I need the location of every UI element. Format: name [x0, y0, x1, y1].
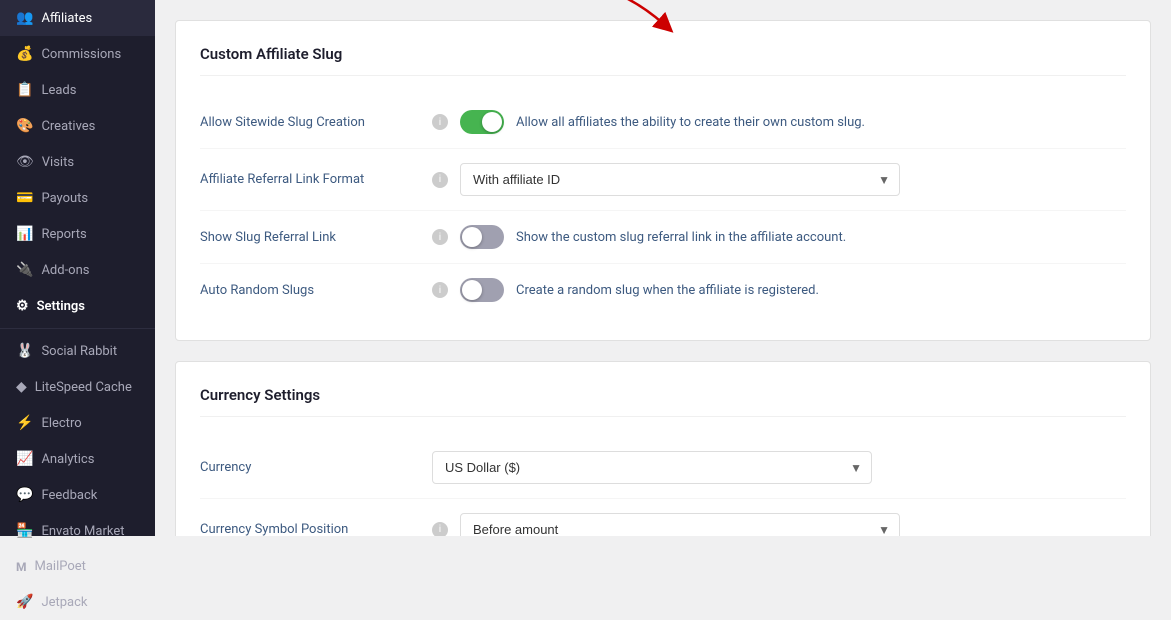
- custom-slug-title: Custom Affiliate Slug: [200, 45, 1126, 76]
- sidebar-item-feedback[interactable]: 💬 Feedback: [0, 477, 155, 513]
- show-slug-toggle[interactable]: [460, 225, 504, 249]
- currency-select[interactable]: US Dollar ($) Euro (€) British Pound (£): [432, 451, 872, 484]
- currency-symbol-info[interactable]: i: [432, 522, 448, 537]
- sidebar-item-reports[interactable]: 📊 Reports: [0, 216, 155, 252]
- sidebar-item-creatives[interactable]: 🎨 Creatives: [0, 108, 155, 144]
- sidebar-item-settings[interactable]: ⚙ Settings: [0, 288, 155, 324]
- allow-sitewide-label: Allow Sitewide Slug Creation: [200, 115, 420, 130]
- referral-link-format-label: Affiliate Referral Link Format: [200, 172, 420, 187]
- sidebar-item-analytics[interactable]: 📈 Analytics: [0, 441, 155, 477]
- annotation-arrow: [556, 0, 686, 36]
- jetpack-icon: 🚀: [16, 594, 33, 610]
- sidebar-item-jetpack[interactable]: 🚀 Jetpack: [0, 584, 155, 620]
- referral-link-format-select[interactable]: With affiliate ID With affiliate slug Wi…: [460, 163, 900, 196]
- leads-icon: 📋: [16, 82, 33, 98]
- auto-random-slugs-label: Auto Random Slugs: [200, 283, 420, 298]
- affiliates-icon: 👥: [16, 10, 33, 26]
- commissions-icon: 💰: [16, 46, 33, 62]
- envato-icon: 🏪: [16, 523, 33, 539]
- allow-sitewide-toggle[interactable]: [460, 110, 504, 134]
- auto-random-slugs-toggle[interactable]: [460, 278, 504, 302]
- show-slug-label: Show Slug Referral Link: [200, 230, 420, 245]
- currency-settings-title: Currency Settings: [200, 386, 1126, 417]
- analytics-icon: 📈: [16, 451, 33, 467]
- electro-icon: ⚡: [16, 415, 33, 431]
- sidebar-item-leads[interactable]: 📋 Leads: [0, 72, 155, 108]
- currency-settings-card: Currency Settings Currency US Dollar ($)…: [175, 361, 1151, 536]
- custom-slug-card: Custom Affiliate Slug Allow Sitewide Slu…: [175, 20, 1151, 341]
- payouts-icon: 💳: [16, 190, 33, 206]
- referral-link-select-wrapper: With affiliate ID With affiliate slug Wi…: [460, 163, 900, 196]
- show-slug-description: Show the custom slug referral link in th…: [516, 230, 1126, 245]
- sidebar-item-litespeed[interactable]: ◆ LiteSpeed Cache: [0, 369, 155, 405]
- creatives-icon: 🎨: [16, 118, 33, 134]
- allow-sitewide-info[interactable]: i: [432, 114, 448, 130]
- addons-icon: 🔌: [16, 262, 33, 278]
- mailpoet-icon: M: [16, 560, 27, 574]
- currency-row: Currency US Dollar ($) Euro (€) British …: [200, 437, 1126, 499]
- currency-symbol-position-select-wrapper: Before amount After amount ▼: [460, 513, 900, 536]
- referral-link-info[interactable]: i: [432, 172, 448, 188]
- social-rabbit-icon: 🐰: [16, 343, 33, 359]
- currency-symbol-position-row: Currency Symbol Position i Before amount…: [200, 499, 1126, 536]
- sidebar-item-social-rabbit[interactable]: 🐰 Social Rabbit: [0, 333, 155, 369]
- allow-sitewide-row: Allow Sitewide Slug Creation i Allow all…: [200, 96, 1126, 149]
- sidebar-item-addons[interactable]: 🔌 Add-ons: [0, 252, 155, 288]
- main-content: Custom Affiliate Slug Allow Sitewide Slu…: [155, 0, 1171, 536]
- sidebar-item-payouts[interactable]: 💳 Payouts: [0, 180, 155, 216]
- settings-icon: ⚙: [16, 298, 29, 314]
- show-slug-info[interactable]: i: [432, 229, 448, 245]
- litespeed-icon: ◆: [16, 379, 27, 395]
- visits-icon: 👁: [16, 154, 34, 170]
- currency-symbol-position-label: Currency Symbol Position: [200, 522, 420, 536]
- feedback-icon: 💬: [16, 487, 33, 503]
- sidebar-item-electro[interactable]: ⚡ Electro: [0, 405, 155, 441]
- show-slug-row: Show Slug Referral Link i Show the custo…: [200, 211, 1126, 264]
- currency-label: Currency: [200, 460, 420, 475]
- divider: [0, 328, 155, 329]
- sidebar-item-affiliates[interactable]: 👥 Affiliates: [0, 0, 155, 36]
- referral-link-format-row: Affiliate Referral Link Format i With af…: [200, 149, 1126, 211]
- auto-random-slugs-description: Create a random slug when the affiliate …: [516, 283, 1126, 298]
- allow-sitewide-description: Allow all affiliates the ability to crea…: [516, 115, 1126, 130]
- sidebar: 👥 Affiliates 💰 Commissions 📋 Leads 🎨 Cre…: [0, 0, 155, 536]
- sidebar-item-mailpoet[interactable]: M MailPoet: [0, 549, 155, 584]
- sidebar-item-commissions[interactable]: 💰 Commissions: [0, 36, 155, 72]
- auto-random-slugs-row: Auto Random Slugs i Create a random slug…: [200, 264, 1126, 316]
- auto-random-slugs-info[interactable]: i: [432, 282, 448, 298]
- sidebar-item-visits[interactable]: 👁 Visits: [0, 144, 155, 180]
- currency-select-wrapper: US Dollar ($) Euro (€) British Pound (£)…: [432, 451, 872, 484]
- sidebar-item-envato[interactable]: 🏪 Envato Market: [0, 513, 155, 549]
- currency-symbol-position-select[interactable]: Before amount After amount: [460, 513, 900, 536]
- reports-icon: 📊: [16, 226, 33, 242]
